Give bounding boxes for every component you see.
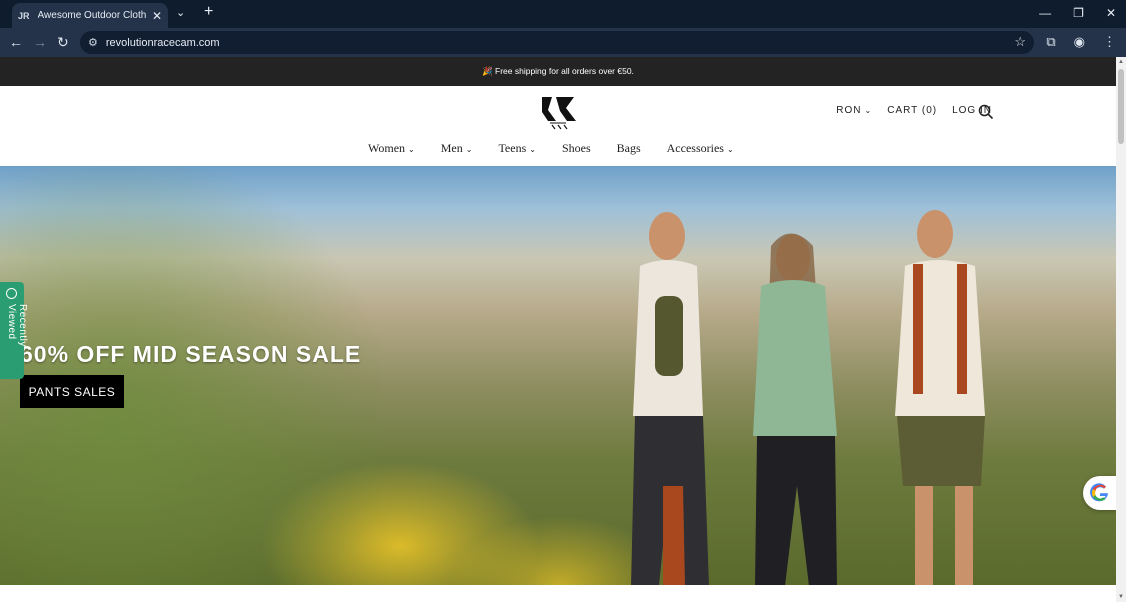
- back-arrow-icon[interactable]: ←: [9, 34, 23, 50]
- recently-viewed-label: Recently Viewed: [6, 304, 28, 347]
- hero-title: 60% OFF MID SEASON SALE: [20, 341, 362, 367]
- rvrc-logo[interactable]: [536, 94, 580, 130]
- chevron-down-icon: ⌄: [726, 145, 734, 154]
- minimize-icon[interactable]: —: [1039, 6, 1051, 20]
- page-scrollbar[interactable]: ▲ ▼: [1116, 57, 1126, 602]
- site-info-icon[interactable]: ⚙: [88, 36, 98, 49]
- pants-sales-button[interactable]: PANTS SALES: [20, 375, 124, 408]
- recently-viewed-tab[interactable]: Recently Viewed: [0, 282, 28, 379]
- nav-item-label: Women: [368, 141, 406, 155]
- scroll-up-arrow-icon[interactable]: ▲: [1118, 59, 1124, 65]
- google-g-icon: [1089, 483, 1108, 502]
- forward-arrow-icon[interactable]: →: [33, 34, 47, 50]
- currency-selector[interactable]: RON ⌄: [836, 105, 872, 116]
- toolbar-actions: ⧉ ◉ ⋮: [1046, 34, 1116, 50]
- nav-item-men[interactable]: Men ⌄: [441, 141, 473, 156]
- hero-banner[interactable]: 60% OFF MID SEASON SALE PANTS SALES: [0, 166, 1116, 585]
- nav-item-label: Teens: [498, 141, 527, 155]
- tab-title: Awesome Outdoor Clothes & G: [37, 10, 146, 21]
- nav-item-shoes[interactable]: Shoes: [562, 141, 591, 156]
- chevron-down-icon: ⌄: [529, 145, 536, 154]
- currency-label: RON: [836, 105, 862, 116]
- close-window-icon[interactable]: ✕: [1106, 6, 1116, 20]
- address-bar[interactable]: ⚙ revolutionracecam.com ☆: [80, 31, 1034, 54]
- site-header: RON ⌄ CART (0) LOG IN Women ⌄ Men ⌄ Teens ⌄ …: [0, 86, 1116, 166]
- chevron-down-icon: ⌄: [864, 106, 873, 115]
- reload-icon[interactable]: ↻: [57, 34, 69, 51]
- search-icon[interactable]: [978, 104, 994, 120]
- browser-tab[interactable]: JR Awesome Outdoor Clothes & G ✕: [12, 3, 168, 28]
- browser-tab-bar: JR Awesome Outdoor Clothes & G ✕ ⌄ + — ❐…: [0, 0, 1126, 28]
- nav-item-label: Men: [440, 141, 463, 155]
- bookmark-star-icon[interactable]: ☆: [1014, 34, 1026, 50]
- clock-icon: [6, 288, 17, 299]
- scrollbar-thumb[interactable]: [1118, 69, 1124, 144]
- header-actions: RON ⌄ CART (0) LOG IN: [836, 105, 992, 116]
- nav-item-bags[interactable]: Bags: [617, 141, 641, 156]
- kebab-menu-icon[interactable]: ⋮: [1103, 34, 1116, 50]
- site-favicon-icon: JR: [18, 10, 30, 21]
- scroll-down-arrow-icon[interactable]: ▼: [1118, 594, 1124, 600]
- tab-close-icon[interactable]: ✕: [152, 9, 162, 23]
- nav-item-women[interactable]: Women ⌄: [368, 141, 415, 156]
- window-controls: — ❐ ✕: [1039, 6, 1116, 20]
- profile-icon[interactable]: ◉: [1074, 34, 1085, 50]
- chevron-down-icon: ⌄: [408, 145, 415, 154]
- new-tab-icon[interactable]: +: [204, 3, 213, 21]
- chevron-down-icon: ⌄: [465, 145, 473, 154]
- nav-item-label: Bags: [616, 141, 641, 155]
- nav-item-label: Shoes: [561, 141, 591, 155]
- tab-search-chevron-icon[interactable]: ⌄: [176, 6, 185, 19]
- main-nav: Women ⌄ Men ⌄ Teens ⌄ Shoes Bags Accessorie…: [368, 141, 734, 156]
- cart-link[interactable]: CART (0): [887, 105, 937, 116]
- url-text[interactable]: revolutionracecam.com: [106, 37, 220, 49]
- puzzle-icon[interactable]: ⧉: [1046, 34, 1055, 50]
- nav-item-teens[interactable]: Teens ⌄: [498, 141, 536, 156]
- nav-item-accessories[interactable]: Accessories ⌄: [667, 141, 734, 156]
- restore-icon[interactable]: ❐: [1073, 6, 1084, 20]
- browser-toolbar: ← → ↻ ⚙ revolutionracecam.com ☆ ⧉ ◉ ⋮: [0, 28, 1126, 57]
- hero-hikers-image: [631, 210, 985, 585]
- nav-item-label: Accessories: [666, 141, 724, 155]
- announcement-bar: 🎉 Free shipping for all orders over €50.: [0, 57, 1116, 86]
- google-badge[interactable]: [1083, 476, 1116, 510]
